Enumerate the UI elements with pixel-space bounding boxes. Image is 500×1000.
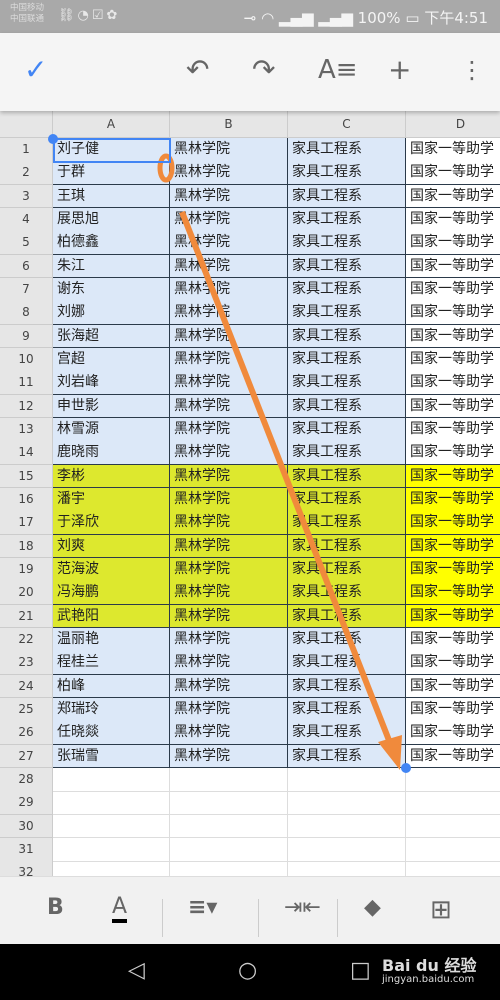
annotation-overlay: [48, 134, 411, 773]
redo-icon[interactable]: ↷: [252, 55, 275, 85]
add-icon[interactable]: +: [388, 55, 411, 85]
undo-icon[interactable]: ↶: [186, 55, 209, 85]
check-icon[interactable]: ✓: [24, 55, 47, 85]
edit-toolbar: ✓ ↶ ↷ A≡ + ⋮: [0, 33, 500, 111]
more-vert-icon[interactable]: ⋮: [460, 55, 484, 85]
active-cell-outline: [53, 138, 171, 163]
selection-handle-end[interactable]: [401, 763, 411, 773]
annotation-arrow-head: [378, 735, 402, 770]
text-format-icon[interactable]: A≡: [318, 55, 358, 85]
annotation-arrow-shaft: [179, 210, 395, 750]
